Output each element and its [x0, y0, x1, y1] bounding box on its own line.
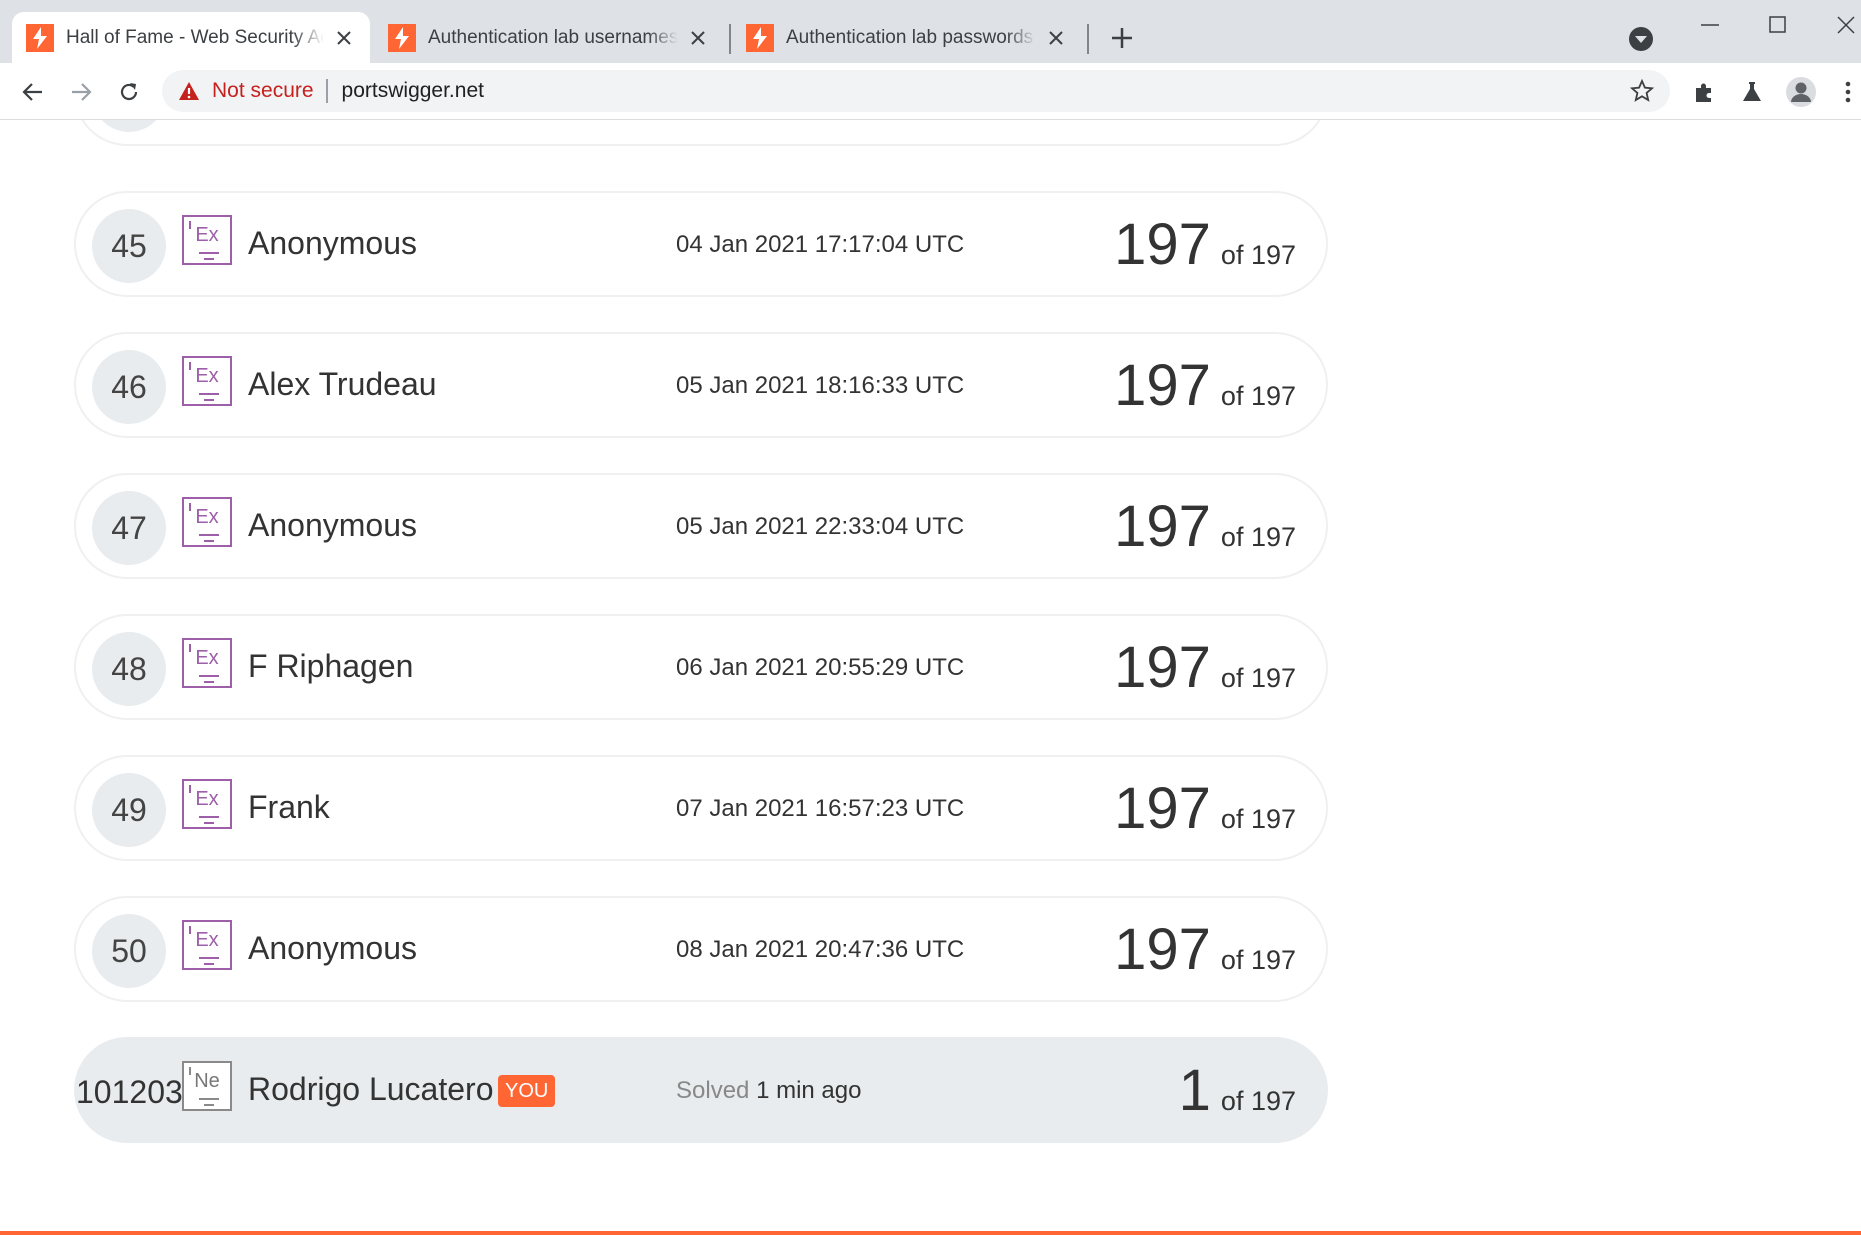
portswigger-favicon-icon: [26, 23, 54, 52]
close-tab-icon[interactable]: [686, 26, 710, 50]
you-badge: YOU: [498, 1075, 556, 1107]
leaderboard-row: 48 Ex F Riphagen 06 Jan 2021 20:55:29 UT…: [74, 614, 1328, 720]
player-name: F Riphagen: [248, 648, 414, 684]
rank-number: 46: [92, 350, 166, 424]
rank-number: 47: [92, 491, 166, 565]
tab-strip: Hall of Fame - Web Security Academy Auth…: [0, 0, 1861, 63]
tab-title: Authentication lab passwords | Web Secur…: [786, 26, 1036, 48]
newcomer-badge-icon: Ne: [182, 1061, 232, 1111]
score: 197: [1199, 120, 1296, 126]
score-total: of 197: [1220, 663, 1296, 693]
portswigger-favicon-icon: [388, 23, 416, 52]
leaderboard-row: 46 Ex Alex Trudeau 05 Jan 2021 18:16:33 …: [74, 332, 1328, 438]
window-close-icon[interactable]: [1826, 10, 1861, 40]
back-arrow-icon[interactable]: [18, 77, 48, 107]
reload-icon[interactable]: [114, 77, 144, 107]
forward-arrow-icon[interactable]: [66, 77, 96, 107]
close-tab-icon[interactable]: [332, 26, 356, 50]
score-total: of 197: [1220, 240, 1296, 270]
rank-number: 50: [92, 914, 166, 988]
warning-triangle-icon: [179, 82, 199, 100]
score-total: of 197: [1220, 945, 1296, 975]
labs-flask-icon[interactable]: [1738, 78, 1766, 106]
score-total: of 197: [1220, 522, 1296, 552]
tab-title: Authentication lab usernames | Web Secur…: [428, 26, 678, 48]
score-total: of 197: [1220, 381, 1296, 411]
url-text[interactable]: portswigger.net: [342, 79, 484, 103]
player-name: Anonymous: [248, 507, 417, 543]
hall-of-fame-page: 197 45 Ex Anonymous 04 Jan 2021 17:17:04…: [0, 120, 1861, 1235]
extensions-puzzle-icon[interactable]: [1690, 78, 1718, 106]
omnibox-divider: [325, 79, 328, 103]
player-name: Anonymous: [248, 930, 417, 966]
leaderboard-row: 49 Ex Frank 07 Jan 2021 16:57:23 UTC 197…: [74, 755, 1328, 861]
expert-badge-icon: Ex: [182, 920, 232, 970]
score-total: of 197: [1220, 1086, 1296, 1116]
score-value: 197: [1114, 917, 1211, 982]
tab-auth-passwords[interactable]: Authentication lab passwords | Web Secur…: [732, 12, 1082, 63]
player-name: Alex Trudeau: [248, 366, 437, 402]
score-total: of 197: [1220, 804, 1296, 834]
score: 197 of 197: [1114, 495, 1296, 559]
expert-badge-icon: Ex: [182, 356, 232, 406]
expert-badge-icon: Ex: [182, 779, 232, 829]
score: 197 of 197: [1114, 213, 1296, 277]
minimize-icon[interactable]: [1690, 10, 1730, 40]
completion-date: 08 Jan 2021 20:47:36 UTC: [676, 936, 965, 963]
solved-time: 1 min ago: [756, 1077, 862, 1104]
browser-toolbar: Not secure portswigger.net: [0, 63, 1861, 120]
score-value: 1: [1178, 1058, 1211, 1123]
tab-hall-of-fame[interactable]: Hall of Fame - Web Security Academy: [12, 12, 370, 63]
profile-avatar-icon[interactable]: [1786, 77, 1816, 107]
score-value: 197: [1114, 776, 1211, 841]
completion-date: 04 Jan 2021 17:17:04 UTC: [676, 231, 965, 258]
expert-badge-icon: Ex: [182, 215, 232, 265]
score-value: 197: [1114, 635, 1211, 700]
bookmark-star-icon[interactable]: [1630, 79, 1654, 103]
player-name: Frank: [248, 789, 330, 825]
rank-circle: [92, 120, 166, 132]
maximize-icon[interactable]: [1758, 10, 1798, 40]
player-name: Anonymous: [248, 225, 417, 261]
leaderboard-row-partial: 197: [74, 120, 1328, 146]
completion-date: 06 Jan 2021 20:55:29 UTC: [676, 654, 965, 681]
score: 197 of 197: [1114, 918, 1296, 982]
score-value: 197: [1114, 494, 1211, 559]
security-status-label[interactable]: Not secure: [212, 79, 314, 103]
tab-auth-usernames[interactable]: Authentication lab usernames | Web Secur…: [374, 12, 724, 63]
new-tab-plus-icon[interactable]: [1106, 22, 1138, 54]
completion-date: 05 Jan 2021 22:33:04 UTC: [676, 513, 965, 540]
rank-number: 45: [92, 209, 166, 283]
close-tab-icon[interactable]: [1044, 26, 1068, 50]
player-name: Rodrigo Lucatero: [248, 1071, 494, 1107]
rank-number: 101203: [76, 1073, 183, 1110]
leaderboard-row-current-user: 101203 Ne Rodrigo Lucatero YOU Solved 1 …: [74, 1037, 1328, 1143]
expert-badge-icon: Ex: [182, 497, 232, 547]
score-value: 197: [1114, 353, 1211, 418]
completion-date: 07 Jan 2021 16:57:23 UTC: [676, 795, 965, 822]
tab-title: Hall of Fame - Web Security Academy: [66, 26, 324, 48]
expert-badge-icon: Ex: [182, 638, 232, 688]
score: 197 of 197: [1114, 354, 1296, 418]
rank-number: 49: [92, 773, 166, 847]
leaderboard-row: 50 Ex Anonymous 08 Jan 2021 20:47:36 UTC…: [74, 896, 1328, 1002]
score-value: 197: [1114, 212, 1211, 277]
score: 197 of 197: [1114, 777, 1296, 841]
solved-label: Solved: [676, 1077, 750, 1104]
leaderboard-row: 45 Ex Anonymous 04 Jan 2021 17:17:04 UTC…: [74, 191, 1328, 297]
tab-separator: [729, 24, 731, 54]
leaderboard-row: 47 Ex Anonymous 05 Jan 2021 22:33:04 UTC…: [74, 473, 1328, 579]
score: 197 of 197: [1114, 636, 1296, 700]
tab-search-icon[interactable]: [1628, 26, 1654, 52]
score-value: 197: [1199, 120, 1296, 126]
completion-date: 05 Jan 2021 18:16:33 UTC: [676, 372, 965, 399]
menu-kebab-icon[interactable]: [1834, 78, 1861, 106]
address-bar[interactable]: Not secure portswigger.net: [162, 70, 1670, 112]
tab-separator: [1087, 24, 1089, 54]
score: 1 of 197: [1179, 1059, 1296, 1123]
footer-accent-bar: [0, 1231, 1861, 1235]
portswigger-favicon-icon: [746, 23, 774, 52]
rank-number: 48: [92, 632, 166, 706]
solved-status: Solved 1 min ago: [676, 1077, 861, 1105]
